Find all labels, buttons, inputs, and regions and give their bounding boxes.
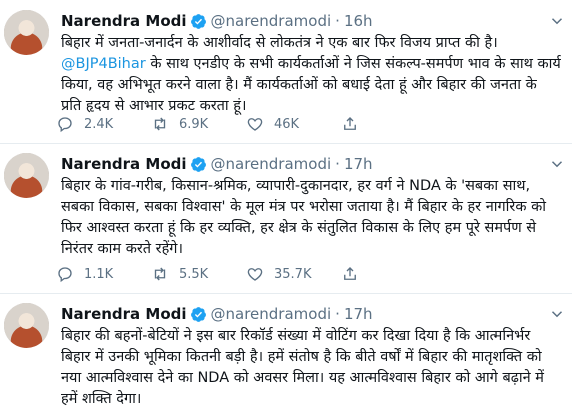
reply-icon bbox=[58, 117, 72, 133]
action-bar: 2.4K 6.9K 46K bbox=[56, 113, 556, 135]
retweet-count: 6.9K bbox=[179, 116, 209, 132]
author-name[interactable]: Narendra Modi bbox=[61, 12, 187, 30]
retweet-count: 5.5K bbox=[179, 266, 209, 282]
tweet-text: बिहार में जनता-जनार्दन के आशीर्वाद से लो… bbox=[61, 33, 561, 117]
caret-down-icon[interactable] bbox=[548, 155, 566, 173]
avatar[interactable] bbox=[4, 153, 49, 198]
tweet-header: Narendra Modi @narendramodi · 17h bbox=[61, 153, 373, 175]
like-count: 35.7K bbox=[274, 266, 312, 282]
author-name[interactable]: Narendra Modi bbox=[61, 155, 187, 173]
caret-down-icon[interactable] bbox=[548, 305, 566, 323]
tweet[interactable]: Narendra Modi @narendramodi · 16h बिहार … bbox=[0, 0, 572, 144]
like-button[interactable]: 46K bbox=[246, 115, 341, 133]
reply-count: 2.4K bbox=[84, 116, 114, 132]
reply-button[interactable]: 2.4K bbox=[56, 115, 151, 133]
author-handle[interactable]: @narendramodi bbox=[211, 305, 332, 323]
retweet-icon bbox=[154, 267, 166, 281]
timestamp[interactable]: 16h bbox=[344, 12, 373, 30]
tweet[interactable]: Narendra Modi @narendramodi · 17h बिहार … bbox=[0, 293, 572, 418]
separator-dot: · bbox=[335, 305, 340, 323]
share-button[interactable] bbox=[341, 265, 369, 283]
tweet-feed: Narendra Modi @narendramodi · 16h बिहार … bbox=[0, 0, 572, 418]
avatar[interactable] bbox=[4, 10, 49, 55]
like-icon bbox=[247, 118, 263, 131]
retweet-button[interactable]: 6.9K bbox=[151, 115, 246, 133]
share-icon bbox=[344, 117, 356, 130]
like-icon bbox=[247, 268, 263, 281]
tweet-text: बिहार के गांव-गरीब, किसान-श्रमिक, व्यापा… bbox=[61, 178, 546, 257]
reply-count: 1.1K bbox=[84, 266, 114, 282]
retweet-button[interactable]: 5.5K bbox=[151, 265, 246, 283]
timestamp[interactable]: 17h bbox=[344, 155, 373, 173]
caret-down-icon[interactable] bbox=[548, 12, 566, 30]
share-icon bbox=[344, 267, 356, 280]
like-count: 46K bbox=[274, 116, 300, 132]
avatar[interactable] bbox=[4, 303, 49, 348]
share-button[interactable] bbox=[341, 115, 369, 133]
verified-icon bbox=[190, 156, 206, 172]
timestamp[interactable]: 17h bbox=[344, 305, 373, 323]
tweet-text: बिहार की बहनों-बेटियों ने इस बार रिकॉर्ड… bbox=[61, 328, 544, 407]
tweet-header: Narendra Modi @narendramodi · 17h bbox=[61, 303, 373, 325]
tweet[interactable]: Narendra Modi @narendramodi · 17h बिहार … bbox=[0, 143, 572, 294]
retweet-icon bbox=[154, 117, 166, 131]
mention-link[interactable]: @BJP4Bihar bbox=[61, 56, 146, 72]
verified-icon bbox=[190, 13, 206, 29]
action-bar: 1.1K 5.5K 35.7K bbox=[56, 263, 556, 285]
verified-icon bbox=[190, 306, 206, 322]
tweet-text-part: बिहार में जनता-जनार्दन के आशीर्वाद से लो… bbox=[61, 35, 498, 51]
author-handle[interactable]: @narendramodi bbox=[211, 155, 332, 173]
tweet-header: Narendra Modi @narendramodi · 16h bbox=[61, 10, 373, 32]
reply-icon bbox=[58, 267, 72, 283]
like-button[interactable]: 35.7K bbox=[246, 265, 341, 283]
author-name[interactable]: Narendra Modi bbox=[61, 305, 187, 323]
separator-dot: · bbox=[335, 12, 340, 30]
reply-button[interactable]: 1.1K bbox=[56, 265, 151, 283]
author-handle[interactable]: @narendramodi bbox=[211, 12, 332, 30]
separator-dot: · bbox=[335, 155, 340, 173]
